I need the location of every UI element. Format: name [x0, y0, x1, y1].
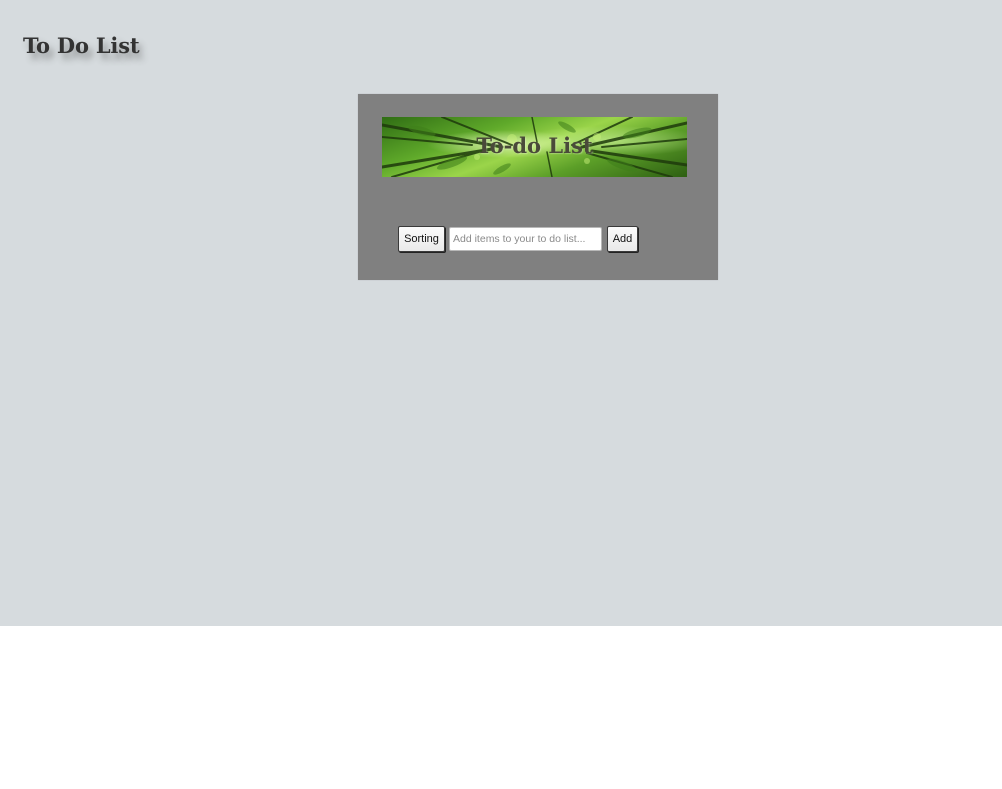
forest-banner-image: To-do List — [382, 117, 687, 177]
add-button[interactable]: Add — [607, 226, 638, 252]
page-title: To Do List — [23, 33, 140, 58]
todo-card: To-do List Sorting Add — [358, 94, 718, 280]
todo-item-input[interactable] — [449, 227, 602, 251]
banner-title: To-do List — [476, 133, 593, 158]
sorting-button[interactable]: Sorting — [398, 226, 445, 252]
